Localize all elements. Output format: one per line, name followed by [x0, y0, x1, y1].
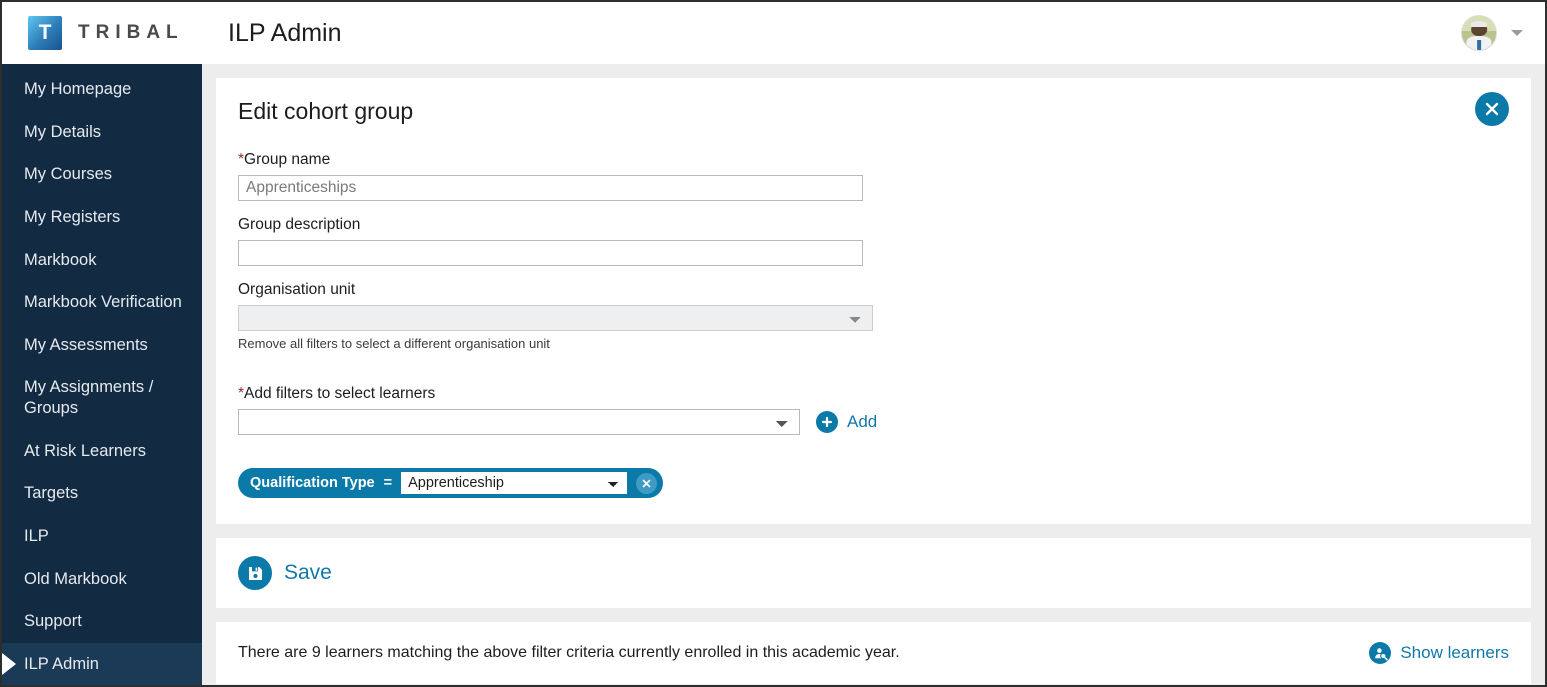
sidebar-item-my-homepage[interactable]: My Homepage: [2, 68, 202, 111]
filter-operator: =: [384, 475, 392, 491]
add-filters-field: *Add filters to select learners Add: [238, 385, 1509, 435]
sidebar-item-targets[interactable]: Targets: [2, 472, 202, 515]
active-filter-chip: Qualification Type = Apprenticeship: [238, 468, 663, 498]
avatar-hair: [1471, 21, 1487, 27]
sidebar-item-my-registers[interactable]: My Registers: [2, 196, 202, 239]
filter-value-select[interactable]: Apprenticeship: [401, 472, 627, 494]
sidebar-item-label: At Risk Learners: [24, 442, 146, 460]
filter-field-label: Qualification Type: [250, 475, 375, 491]
sidebar-item-label: ILP: [24, 527, 49, 545]
sidebar-item-label: Old Markbook: [24, 570, 127, 588]
avatar[interactable]: [1461, 15, 1497, 51]
edit-cohort-group-panel: Edit cohort group *Group name Group desc…: [216, 78, 1531, 524]
sidebar-item-at-risk-learners[interactable]: At Risk Learners: [2, 430, 202, 473]
chevron-down-icon[interactable]: [1511, 30, 1523, 36]
status-panel: There are 9 learners matching the above …: [216, 622, 1531, 684]
save-label: Save: [284, 561, 332, 585]
show-learners-label: Show learners: [1400, 643, 1509, 663]
plus-icon: [816, 411, 838, 433]
person-search-icon: [1369, 642, 1391, 664]
group-description-input[interactable]: [238, 240, 863, 266]
sidebar-navigation: My Homepage My Details My Courses My Reg…: [2, 64, 202, 685]
sidebar-item-markbook-verification[interactable]: Markbook Verification: [2, 281, 202, 324]
application-window: T TRIBAL ILP Admin My Homepage My Detail…: [0, 0, 1547, 687]
sidebar-item-label: My Homepage: [24, 80, 131, 98]
brand-name: TRIBAL: [78, 22, 184, 44]
sidebar-item-label: Support: [24, 612, 82, 630]
sidebar-item-label: My Registers: [24, 208, 120, 226]
main-content: Edit cohort group *Group name Group desc…: [202, 64, 1545, 685]
group-name-label-text: Group name: [244, 151, 330, 168]
tribal-logo-icon: T: [28, 16, 62, 50]
group-name-input[interactable]: [238, 175, 863, 201]
page-title: ILP Admin: [228, 19, 342, 48]
save-disk-icon: [238, 556, 272, 590]
status-message: There are 9 learners matching the above …: [238, 644, 900, 662]
add-filter-label: Add: [847, 412, 877, 432]
organisation-unit-label: Organisation unit: [238, 281, 1509, 299]
sidebar-item-old-markbook[interactable]: Old Markbook: [2, 558, 202, 601]
remove-circle-icon[interactable]: [636, 473, 657, 494]
organisation-unit-select[interactable]: [238, 305, 873, 331]
sidebar-item-my-assignments-groups[interactable]: My Assignments / Groups: [2, 366, 202, 429]
sidebar-item-ilp[interactable]: ILP: [2, 515, 202, 558]
add-filters-label-text: Add filters to select learners: [244, 385, 435, 402]
show-learners-button[interactable]: Show learners: [1369, 642, 1509, 664]
sidebar-item-label: My Assignments / Groups: [24, 378, 153, 417]
add-filters-select[interactable]: [238, 409, 800, 435]
group-description-label: Group description: [238, 216, 1509, 234]
close-icon[interactable]: [1475, 92, 1509, 126]
save-button[interactable]: Save: [238, 556, 332, 590]
sidebar-item-label: Targets: [24, 484, 78, 502]
sidebar-item-support[interactable]: Support: [2, 600, 202, 643]
sidebar-item-label: My Courses: [24, 165, 112, 183]
group-name-field: *Group name: [238, 151, 1509, 201]
top-bar: T TRIBAL ILP Admin: [2, 2, 1545, 64]
save-panel: Save: [216, 538, 1531, 608]
sidebar-item-my-details[interactable]: My Details: [2, 111, 202, 154]
organisation-unit-field: Organisation unit Remove all filters to …: [238, 281, 1509, 351]
brand-logo[interactable]: T TRIBAL: [28, 16, 196, 50]
sidebar-item-label: Markbook: [24, 251, 96, 269]
add-filter-button[interactable]: Add: [816, 411, 877, 433]
sidebar-item-label: ILP Admin: [24, 655, 99, 673]
sidebar-item-label: My Details: [24, 123, 101, 141]
add-filters-row: Add: [238, 409, 1509, 435]
panel-title: Edit cohort group: [238, 98, 1509, 125]
organisation-unit-helper-text: Remove all filters to select a different…: [238, 336, 1509, 351]
group-description-field: Group description: [238, 216, 1509, 266]
sidebar-item-label: Markbook Verification: [24, 293, 182, 311]
sidebar-item-my-courses[interactable]: My Courses: [2, 153, 202, 196]
group-name-label: *Group name: [238, 151, 1509, 169]
sidebar-item-ilp-admin[interactable]: ILP Admin: [2, 643, 202, 685]
sidebar-item-markbook[interactable]: Markbook: [2, 239, 202, 282]
sidebar-item-my-assessments[interactable]: My Assessments: [2, 324, 202, 367]
sidebar-item-label: My Assessments: [24, 336, 148, 354]
top-bar-right: [1461, 15, 1523, 51]
add-filters-label: *Add filters to select learners: [238, 385, 1509, 403]
avatar-tie: [1477, 40, 1481, 50]
